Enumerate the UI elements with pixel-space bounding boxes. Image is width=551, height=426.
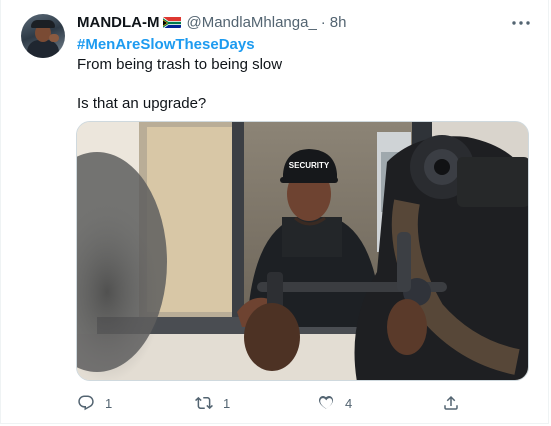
tweet-image[interactable]: SECURITY: [76, 121, 529, 381]
retweet-count: 1: [223, 395, 231, 411]
tweet-header: MANDLA-M @MandlaMhlanga_ · 8h: [77, 12, 346, 32]
author-handle[interactable]: @MandlaMhlanga_: [186, 14, 316, 31]
tweet-actions: 1 1 4: [77, 393, 517, 413]
reply-count: 1: [105, 395, 113, 411]
heart-icon[interactable]: [317, 394, 335, 412]
reply-icon[interactable]: [77, 394, 95, 412]
tweet-text-line-1: From being trash to being slow: [77, 56, 283, 73]
separator-dot: ·: [320, 13, 326, 31]
south-africa-flag-icon: [163, 16, 182, 28]
hashtag-link[interactable]: #MenAreSlowTheseDays: [77, 36, 255, 53]
share-icon[interactable]: [442, 394, 460, 412]
tweet-card[interactable]: MANDLA-M @MandlaMhlanga_ · 8h #MenAreSlo…: [0, 0, 549, 424]
retweet-icon[interactable]: [195, 394, 213, 412]
reply-button[interactable]: 1: [77, 393, 112, 413]
tweet-text-line-2: Is that an upgrade?: [77, 95, 207, 112]
tweet-timestamp[interactable]: 8h: [330, 14, 347, 31]
retweet-button[interactable]: 1: [195, 393, 230, 413]
cap-text: SECURITY: [289, 161, 330, 170]
share-button[interactable]: [442, 393, 460, 413]
author-display-name[interactable]: MANDLA-M: [77, 14, 159, 31]
avatar[interactable]: [21, 14, 65, 58]
more-options-icon[interactable]: [510, 12, 532, 34]
tweet-photo: SECURITY: [77, 122, 528, 380]
like-button[interactable]: 4: [317, 393, 352, 413]
like-count: 4: [345, 395, 353, 411]
